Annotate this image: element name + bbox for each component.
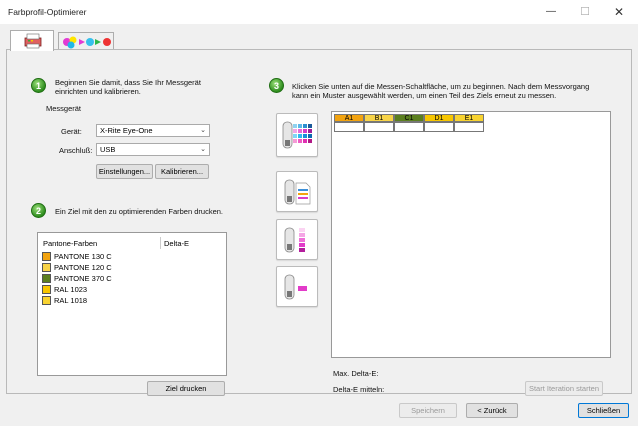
grid-header-cell: E1 [454, 114, 484, 122]
back-button[interactable]: < Zurück [466, 403, 518, 418]
color-swatch [42, 274, 51, 283]
connection-select-value: USB [100, 145, 116, 154]
connection-label: Anschluß: [59, 146, 93, 155]
step-1-icon: 1 [31, 78, 46, 93]
list-header-name: Pantone-Farben [43, 239, 98, 248]
close-window-button[interactable]: ✕ [604, 4, 634, 20]
list-header-delta: Delta-E [164, 239, 190, 248]
grid-value-cell[interactable] [394, 122, 424, 132]
measure-document-icon [284, 179, 311, 205]
list-header-divider [160, 237, 161, 249]
color-swatch [42, 296, 51, 305]
measurement-grid[interactable]: A1 B1 C1 D1 E1 [331, 111, 611, 358]
print-target-button[interactable]: Ziel drucken [147, 381, 225, 396]
footer: Speichern < Zurück Schließen [0, 400, 638, 426]
grid-value-cell[interactable] [454, 122, 484, 132]
grid-value-cell[interactable] [424, 122, 454, 132]
save-button[interactable]: Speichern [399, 403, 457, 418]
tab-strip [6, 30, 632, 51]
list-item-label: PANTONE 130 C [54, 252, 112, 261]
measure-strip-button[interactable] [276, 219, 318, 260]
step-1-text-line2: einrichten und kalibrieren. [55, 87, 141, 96]
list-item[interactable]: RAL 1018 [42, 296, 152, 306]
tab-printer[interactable] [10, 30, 54, 51]
color-swatch [42, 252, 51, 261]
measuring-device-group-label: Messgerät [46, 104, 82, 113]
connection-select[interactable]: USB ⌄ [96, 143, 210, 156]
measure-chart-button[interactable] [276, 113, 318, 157]
title-bar: Farbprofil-Optimierer — ☐ ✕ [0, 0, 638, 24]
chevron-down-icon: ⌄ [200, 146, 206, 153]
step-2-icon: 2 [31, 203, 46, 218]
grid-value-cell[interactable] [364, 122, 394, 132]
grid-header-cell: B1 [364, 114, 394, 122]
measure-chart-icon [282, 121, 312, 149]
chevron-down-icon: ⌄ [200, 127, 206, 134]
tab-color-optimize[interactable] [58, 32, 114, 50]
list-item-label: RAL 1018 [54, 296, 88, 305]
list-item-label: PANTONE 370 C [54, 274, 112, 283]
step-3-text-line2: kann ein Muster ausgewählt werden, um ei… [292, 91, 557, 100]
list-item[interactable]: PANTONE 130 C [42, 252, 152, 262]
calibrate-button[interactable]: Kalibrieren... [155, 164, 209, 179]
settings-button[interactable]: Einstellungen... [96, 164, 153, 179]
max-delta-label: Max. Delta-E: [333, 369, 379, 378]
step-3-icon: 3 [269, 78, 284, 93]
color-swatch [42, 285, 51, 294]
grid-value-cell[interactable] [334, 122, 364, 132]
printer-icon [24, 33, 42, 49]
list-item[interactable]: RAL 1023 [42, 285, 152, 295]
device-label: Gerät: [61, 127, 82, 136]
grid-header-cell: A1 [334, 114, 364, 122]
list-item-label: PANTONE 120 C [54, 263, 112, 272]
grid-header-cell: D1 [424, 114, 454, 122]
device-select-value: X-Rite Eye-One [100, 126, 153, 135]
list-item-label: RAL 1023 [54, 285, 88, 294]
color-list[interactable]: Pantone-Farben Delta-E PANTONE 130 C PAN… [37, 232, 227, 376]
maximize-button[interactable]: ☐ [570, 4, 600, 20]
list-item[interactable]: PANTONE 370 C [42, 274, 152, 284]
window-title: Farbprofil-Optimierer [8, 7, 87, 17]
step-2-text: Ein Ziel mit den zu optimierenden Farben… [55, 207, 224, 216]
measure-spot-icon [284, 274, 307, 300]
close-button[interactable]: Schließen [578, 403, 629, 418]
device-select[interactable]: X-Rite Eye-One ⌄ [96, 124, 210, 137]
measure-document-button[interactable] [276, 171, 318, 212]
minimize-button[interactable]: — [536, 4, 566, 20]
avg-delta-label: Delta-E mitteln: [333, 385, 385, 394]
measure-strip-icon [284, 227, 305, 253]
start-iteration-button[interactable]: Start Iteration starten [525, 381, 603, 396]
color-swatch [42, 263, 51, 272]
measure-spot-button[interactable] [276, 266, 318, 307]
list-item[interactable]: PANTONE 120 C [42, 263, 152, 273]
grid-header-cell: C1 [394, 114, 424, 122]
